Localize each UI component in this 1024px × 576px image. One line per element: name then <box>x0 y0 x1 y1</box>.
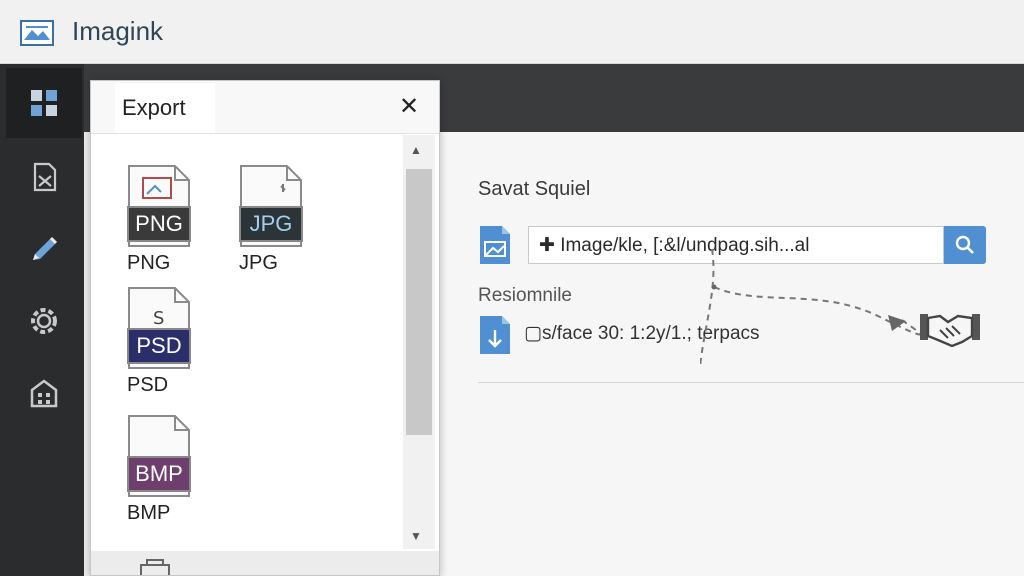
divider <box>478 382 1024 383</box>
side-rail <box>0 64 84 576</box>
format-item-bmp[interactable]: BMP BMP <box>127 414 217 525</box>
rail-item-draw[interactable] <box>6 214 82 284</box>
scroll-down-icon[interactable]: ▼ <box>410 529 422 543</box>
bmp-badge: BMP <box>127 456 191 492</box>
psd-label: PSD <box>127 374 169 396</box>
app-title: Imagink <box>72 16 164 46</box>
rail-item-settings[interactable] <box>6 286 82 356</box>
rail-item-layout[interactable] <box>6 68 82 138</box>
dialog-scrollbar[interactable]: ▲ ▼ <box>403 135 435 549</box>
dialog-footer <box>91 551 439 575</box>
format-item-png[interactable]: PNG PNG <box>127 164 217 275</box>
svg-text:S: S <box>153 308 164 329</box>
jpg-badge: JPG <box>239 206 303 242</box>
building-icon <box>30 379 58 408</box>
section-label: Resiomnile <box>478 285 572 306</box>
app-logo-icon <box>20 20 54 46</box>
tab-export[interactable]: Export <box>115 83 215 133</box>
rail-item-export[interactable] <box>6 142 82 212</box>
handshake-icon <box>920 314 980 348</box>
rail-item-building[interactable] <box>6 358 82 428</box>
scroll-thumb[interactable] <box>406 169 432 435</box>
format-item-psd[interactable]: S PSD PSD <box>127 286 217 397</box>
image-file-icon <box>480 226 510 264</box>
export-dialog: Export ✕ PNG PNG JPG JPG S PSD PSD BMP B… <box>90 80 440 576</box>
title-bar: Imagink <box>0 0 1024 64</box>
jpg-label: JPG <box>239 252 278 274</box>
format-item-jpg[interactable]: JPG JPG <box>239 164 329 275</box>
scroll-up-icon[interactable]: ▲ <box>410 143 422 157</box>
png-label: PNG <box>127 252 171 274</box>
layout-icon <box>31 90 57 116</box>
file-export-icon <box>33 162 57 192</box>
pencil-icon <box>33 236 58 260</box>
png-badge: PNG <box>127 206 191 242</box>
printer-icon[interactable] <box>137 559 173 575</box>
psd-badge: PSD <box>127 328 191 364</box>
bmp-label: BMP <box>127 502 171 524</box>
section-title: Savat Squiel <box>478 178 591 200</box>
close-icon[interactable]: ✕ <box>396 93 422 120</box>
main-panel: Savat Squiel ✚ Image/kle, [:&l/undpag.si… <box>440 132 1024 576</box>
format-list: PNG PNG JPG JPG S PSD PSD BMP BMP <box>91 133 439 551</box>
download-file-icon <box>480 316 510 354</box>
gear-icon <box>31 308 57 334</box>
